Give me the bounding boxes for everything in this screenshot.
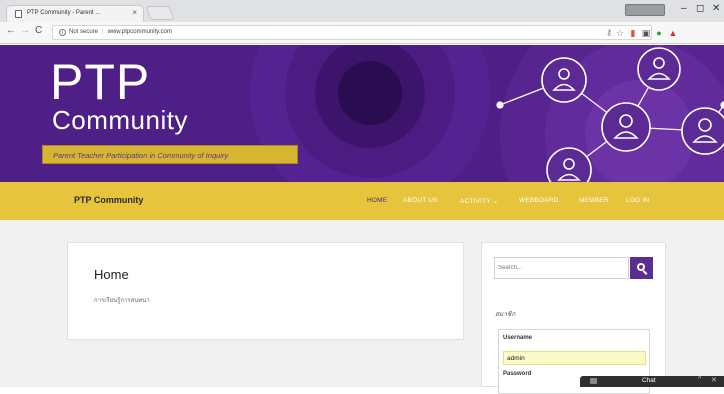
sidebar: สมาชิก Username admin Password (481, 242, 666, 394)
forward-icon[interactable]: → (20, 25, 30, 36)
browser-tab[interactable]: PTP Community - Parent ... × (6, 5, 144, 22)
hero-tagline: Parent Teacher Participation in Communit… (42, 145, 298, 164)
hero-subtitle: Community (52, 105, 188, 135)
chat-icon (590, 378, 597, 384)
nav-home[interactable]: HOME (367, 197, 387, 204)
page-title: Home (94, 267, 129, 282)
chat-close-icon[interactable]: ✕ (711, 376, 717, 384)
gmail-icon[interactable]: ▲ (668, 27, 678, 39)
chat-label: Chat (642, 377, 656, 384)
star-icon[interactable]: ☆ (615, 27, 625, 39)
extension-icon[interactable]: ● (654, 27, 664, 39)
info-icon[interactable]: i (59, 29, 66, 36)
window-close-icon[interactable]: ✕ (712, 3, 720, 14)
url-field[interactable]: i Not secure | www.ptpcommunity.com (52, 25, 652, 40)
nav-log-in[interactable]: LOG IN (626, 197, 649, 204)
nav-about-us[interactable]: ABOUT US (403, 197, 438, 204)
tab-close-icon[interactable]: × (132, 8, 137, 17)
main-nav: PTP Community HOME ABOUT US ACTIVITY ⌄ W… (0, 182, 724, 220)
page-favicon-icon (15, 10, 22, 18)
article-text: การเรียนรู้การสนทนา (94, 298, 150, 304)
site-title-link[interactable]: PTP Community (74, 195, 143, 205)
browser-tab-bar: PTP Community - Parent ... × – ◻ ✕ (0, 0, 724, 22)
user-node-icon (541, 57, 587, 103)
nav-activity[interactable]: ACTIVITY ⌄ (460, 197, 498, 205)
hero-title: PTP (50, 54, 151, 110)
new-tab-button[interactable] (145, 6, 175, 20)
search-input[interactable] (494, 257, 629, 279)
minimize-icon[interactable]: – (681, 3, 687, 14)
nav-member[interactable]: MEMBER (579, 197, 609, 204)
security-label: Not secure (69, 29, 99, 35)
url-text: www.ptpcommunity.com (107, 29, 172, 35)
nav-webboard[interactable]: WEBBOARD (519, 197, 559, 204)
chat-widget[interactable]: Chat ^ ✕ (580, 376, 724, 387)
extension-icon[interactable]: ▮ (628, 27, 638, 39)
username-label: Username (503, 335, 533, 341)
username-field[interactable]: admin (503, 351, 646, 365)
maximize-icon[interactable]: ◻ (696, 3, 704, 14)
address-bar-row: ← → C i Not secure | www.ptpcommunity.com ⚷… (0, 22, 724, 44)
member-heading: สมาชิก (495, 311, 516, 318)
user-node-icon (637, 47, 681, 91)
main-article: Home การเรียนรู้การสนทนา (67, 242, 464, 340)
extension-icon[interactable]: ▣ (641, 27, 651, 39)
chat-collapse-icon[interactable]: ^ (698, 376, 701, 383)
reload-icon[interactable]: C (35, 25, 42, 36)
key-icon[interactable]: ⚷ (604, 27, 614, 39)
search-button[interactable] (630, 257, 653, 279)
back-icon[interactable]: ← (6, 25, 16, 36)
tab-title: PTP Community - Parent ... (27, 10, 101, 16)
profile-chip[interactable] (625, 4, 665, 16)
password-label: Password (503, 371, 532, 377)
